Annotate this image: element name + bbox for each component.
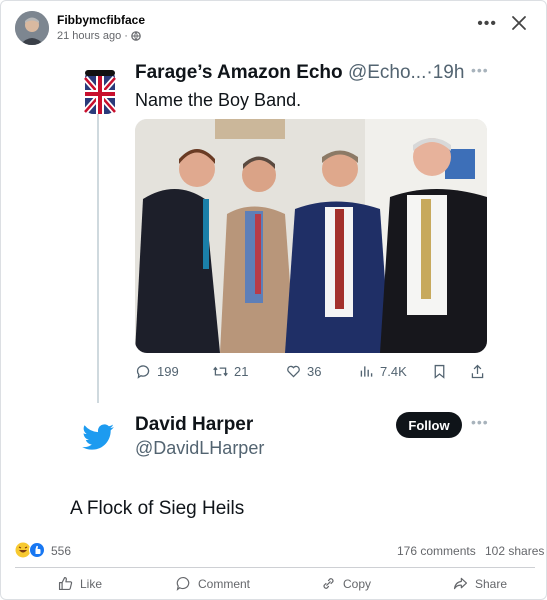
comment-icon (176, 576, 190, 591)
reply-count: 199 (157, 364, 179, 379)
retweet-count: 21 (234, 364, 249, 379)
meta-separator: · (124, 30, 128, 42)
tweet1-handle: @Echo... (347, 62, 427, 83)
globe-icon (131, 31, 141, 41)
comments-count[interactable]: 176 comments (397, 544, 476, 558)
bookmark-icon (431, 363, 448, 380)
share-button[interactable]: Share (452, 575, 507, 592)
more-options-icon[interactable]: ••• (477, 15, 497, 33)
views-count: 7.4K (380, 364, 407, 379)
reply-stat: 199 (135, 363, 179, 380)
author-avatar[interactable] (15, 11, 49, 45)
copy-button[interactable]: Copy (320, 575, 371, 592)
tweet1-text: Name the Boy Band. (135, 90, 302, 110)
comment-label: Comment (198, 576, 251, 591)
views-stat: 7.4K (358, 363, 407, 380)
tweet1-name: Farage’s Amazon Echo (135, 62, 343, 83)
like-button[interactable]: Like (57, 575, 102, 592)
retweet-icon (213, 366, 228, 377)
reaction-icons[interactable] (15, 542, 45, 558)
echo-avatar-icon (82, 68, 118, 116)
tweet1-stats: 199 21 36 7.4K (135, 363, 490, 385)
reply-icon (136, 365, 150, 379)
post-card: Fibbymcfibface 21 hours ago · ••• Farage… (0, 0, 547, 600)
tweet2-text: A Flock of Sieg Heils (70, 498, 245, 519)
tweet1-more-icon: ••• (471, 62, 489, 78)
copy-label: Copy (343, 576, 372, 591)
tweet2-handle: @DavidLHarper (135, 438, 265, 458)
actions-divider (15, 567, 535, 568)
reactions-bar: 556 176 comments 102 shares (15, 542, 545, 560)
views-icon (360, 366, 373, 377)
share-tweet-icon (469, 363, 486, 380)
post-header: Fibbymcfibface 21 hours ago · ••• (15, 11, 535, 47)
follow-button: Follow (396, 412, 462, 438)
comment-button[interactable]: Comment (175, 575, 250, 592)
thumbs-up-icon (58, 576, 73, 591)
share-arrow-icon (453, 577, 468, 590)
post-time[interactable]: 21 hours ago (57, 30, 121, 42)
twitter-bird-icon (79, 418, 117, 456)
link-icon (323, 578, 334, 589)
tweet2-name: David Harper (135, 414, 254, 435)
reaction-count[interactable]: 556 (51, 544, 71, 558)
like-stat: 36 (285, 363, 321, 380)
thread-line (97, 73, 99, 403)
retweet-stat: 21 (212, 363, 248, 380)
tweet-photo (135, 119, 487, 353)
like-count: 36 (307, 364, 322, 379)
tweet1-author: Farage’s Amazon Echo @Echo...·19h (135, 62, 464, 84)
like-label: Like (80, 576, 103, 591)
like-reaction-icon (29, 542, 45, 558)
post-meta: 21 hours ago · (57, 30, 141, 42)
post-actions: Like Comment Copy Share (1, 571, 546, 599)
author-name[interactable]: Fibbymcfibface (57, 13, 145, 27)
close-icon[interactable] (509, 13, 529, 33)
share-label: Share (475, 576, 508, 591)
heart-icon (287, 365, 300, 378)
shares-count[interactable]: 102 shares (485, 544, 544, 558)
tweet1-age: ·19h (426, 62, 465, 83)
tweet2-more-icon: ••• (471, 414, 489, 430)
